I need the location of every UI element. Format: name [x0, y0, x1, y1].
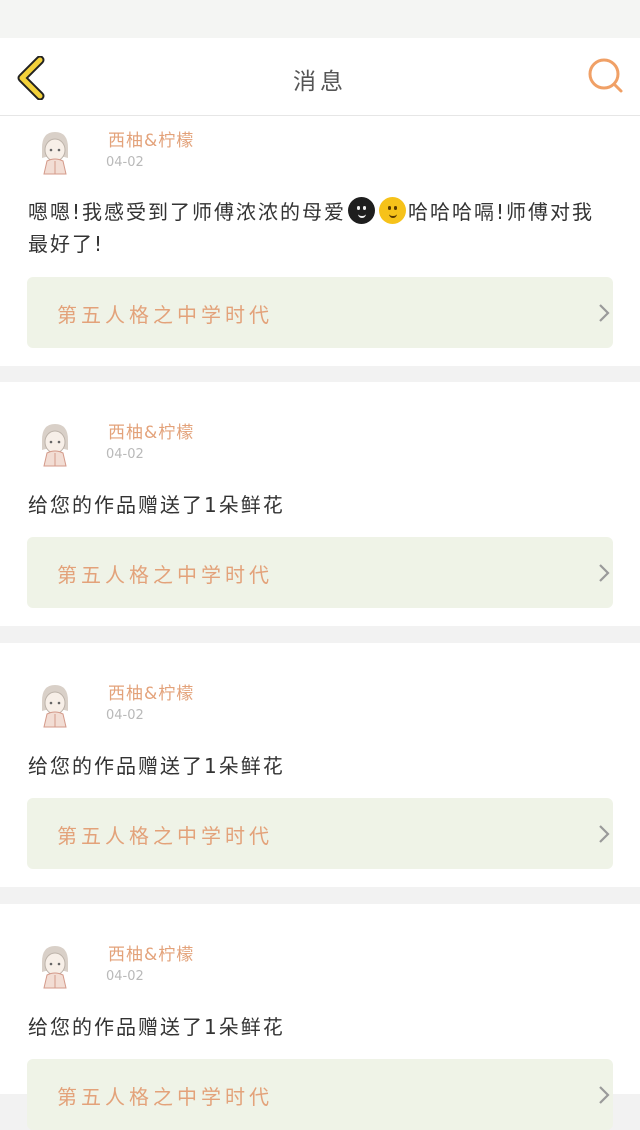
avatar[interactable]: [34, 420, 76, 468]
message-date: 04-02: [106, 447, 144, 462]
message-card: 西柚&柠檬 04-02 嗯嗯!我感受到了师傅浓浓的母爱 哈哈哈嗝!师傅对我最好了!…: [0, 116, 640, 366]
chevron-right-icon: [599, 825, 610, 843]
message-text: 给您的作品赠送了1朵鲜花: [28, 493, 285, 517]
search-icon: [588, 58, 623, 93]
status-bar: [0, 0, 640, 38]
yellow-smiley-emoji: [379, 197, 407, 224]
chevron-right-icon: [599, 304, 610, 322]
avatar[interactable]: [34, 681, 76, 729]
message-text: 给您的作品赠送了1朵鲜花: [28, 754, 285, 778]
page-title: 消息: [293, 69, 347, 95]
work-title: 第五人格之中学时代: [57, 303, 273, 327]
work-title: 第五人格之中学时代: [57, 1085, 273, 1109]
message-date: 04-02: [106, 708, 144, 723]
search-button[interactable]: [586, 56, 626, 96]
message-text: 给您的作品赠送了1朵鲜花: [28, 1015, 285, 1039]
dark-smiley-emoji: [348, 197, 376, 224]
username[interactable]: 西柚&柠檬: [108, 940, 194, 965]
avatar[interactable]: [34, 942, 76, 990]
work-link[interactable]: 第五人格之中学时代: [27, 1059, 613, 1130]
username[interactable]: 西柚&柠檬: [108, 679, 194, 704]
message-date: 04-02: [106, 155, 144, 170]
message-card: 西柚&柠檬 04-02 给您的作品赠送了1朵鲜花 第五人格之中学时代: [0, 643, 640, 887]
work-title: 第五人格之中学时代: [57, 563, 273, 587]
work-link[interactable]: 第五人格之中学时代: [27, 537, 613, 608]
message-card: 西柚&柠檬 04-02 给您的作品赠送了1朵鲜花 第五人格之中学时代: [0, 382, 640, 626]
message-text: 嗯嗯!我感受到了师傅浓浓的母爱 哈哈哈嗝!师傅对我最好了!: [28, 196, 613, 260]
avatar[interactable]: [34, 128, 76, 176]
work-link[interactable]: 第五人格之中学时代: [27, 277, 613, 348]
message-text-part: 嗯嗯!我感受到了师傅浓浓的母爱: [28, 200, 347, 224]
message-date: 04-02: [106, 969, 144, 984]
chevron-right-icon: [599, 564, 610, 582]
app-header: 消息: [0, 38, 640, 116]
work-link[interactable]: 第五人格之中学时代: [27, 798, 613, 869]
username[interactable]: 西柚&柠檬: [108, 126, 194, 151]
work-title: 第五人格之中学时代: [57, 824, 273, 848]
message-card: 西柚&柠檬 04-02 给您的作品赠送了1朵鲜花 第五人格之中学时代: [0, 904, 640, 1130]
chevron-right-icon: [599, 1086, 610, 1104]
username[interactable]: 西柚&柠檬: [108, 418, 194, 443]
